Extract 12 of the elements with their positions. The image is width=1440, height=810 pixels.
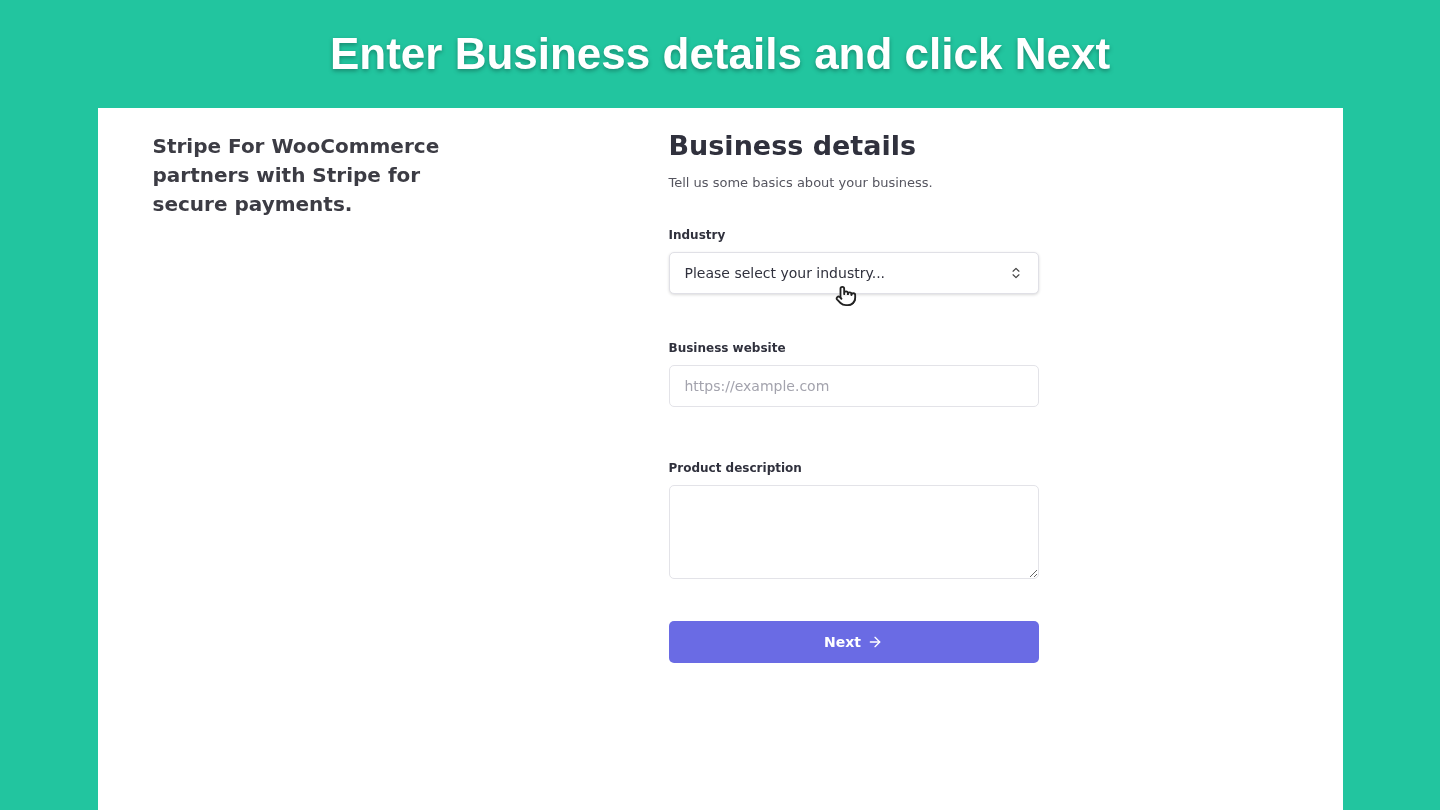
form-subtitle: Tell us some basics about your business. xyxy=(668,173,934,192)
partner-text: Stripe For WooCommerce partners with Stripe for secure payments. xyxy=(152,133,441,218)
next-button[interactable]: Next xyxy=(668,621,1039,663)
field-label: Business website xyxy=(668,340,787,357)
website-input[interactable]: https://example.com xyxy=(668,365,1039,407)
banner-title: Enter Business details and click Next xyxy=(329,28,1111,80)
hand-cursor-icon xyxy=(834,285,857,307)
industry-select[interactable]: Please select your industry... xyxy=(668,252,1039,294)
field-label: Product description xyxy=(668,460,803,477)
form-title: Business details xyxy=(668,129,918,163)
description-textarea[interactable] xyxy=(668,485,1039,579)
field-label: Industry xyxy=(668,227,727,244)
